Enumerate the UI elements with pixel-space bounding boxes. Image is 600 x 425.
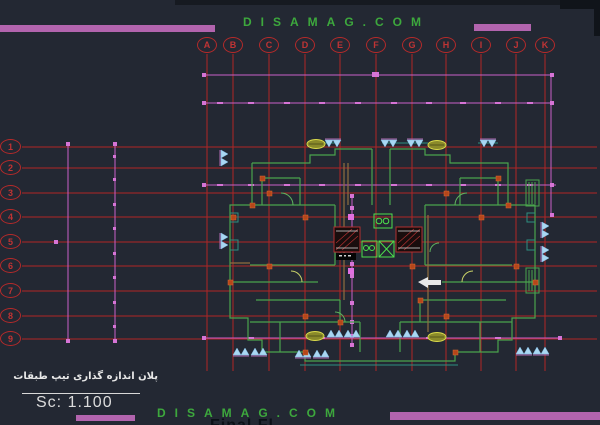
grid-bubble-row-6: 6 — [0, 258, 21, 273]
floor-plan-drawing — [0, 0, 600, 425]
grid-bubble-col-h: H — [436, 37, 456, 53]
grid-bubble-col-f: F — [366, 37, 386, 53]
grid-bubble-row-9: 9 — [0, 331, 21, 346]
grid-bubble-row-5: 5 — [0, 234, 21, 249]
plan-walls-green — [230, 149, 535, 361]
dimension-ticks — [54, 72, 562, 347]
partial-caption: Final Fl — [210, 417, 274, 425]
core-elevators — [362, 214, 394, 257]
grid-bubble-row-7: 7 — [0, 283, 21, 298]
grid-bubble-col-g: G — [402, 37, 422, 53]
watermark-top: DISAMAG.COM — [243, 15, 430, 29]
grid-bubble-col-e: E — [330, 37, 350, 53]
louver-boxes — [526, 180, 539, 293]
grid-bubble-col-d: D — [295, 37, 315, 53]
direction-arrow — [418, 277, 441, 288]
grid-bubble-col-b: B — [223, 37, 243, 53]
structural-grid-lines — [22, 54, 597, 371]
grid-bubble-row-2: 2 — [0, 160, 21, 175]
grid-bubble-col-c: C — [259, 37, 279, 53]
bottom-left-divider-bar — [76, 415, 135, 421]
top-left-divider-bar — [0, 25, 215, 32]
top-right-divider-bar — [474, 24, 531, 31]
core-stair-left — [334, 227, 360, 252]
scale-label: Sc: 1.100 — [36, 394, 113, 412]
cad-drawing-canvas: DISAMAG.COM A B C D E F G H I J K 1 2 3 … — [0, 0, 600, 425]
grid-bubble-row-8: 8 — [0, 308, 21, 323]
dimension-lines — [68, 75, 560, 345]
grid-bubble-col-j: J — [506, 37, 526, 53]
bottom-right-divider-bar — [390, 412, 600, 420]
grid-bubble-col-a: A — [197, 37, 217, 53]
core-label-box — [336, 253, 356, 260]
plan-walls-teal — [230, 143, 535, 365]
drawing-title-farsi: پلان اندازه گذاری تیپ طبقات — [18, 371, 158, 382]
grid-bubble-col-k: K — [535, 37, 555, 53]
grid-bubble-row-1: 1 — [0, 139, 21, 154]
grid-bubble-row-4: 4 — [0, 209, 21, 224]
core-stair-right — [396, 227, 422, 252]
grid-bubble-col-i: I — [471, 37, 491, 53]
grid-bubble-row-3: 3 — [0, 185, 21, 200]
